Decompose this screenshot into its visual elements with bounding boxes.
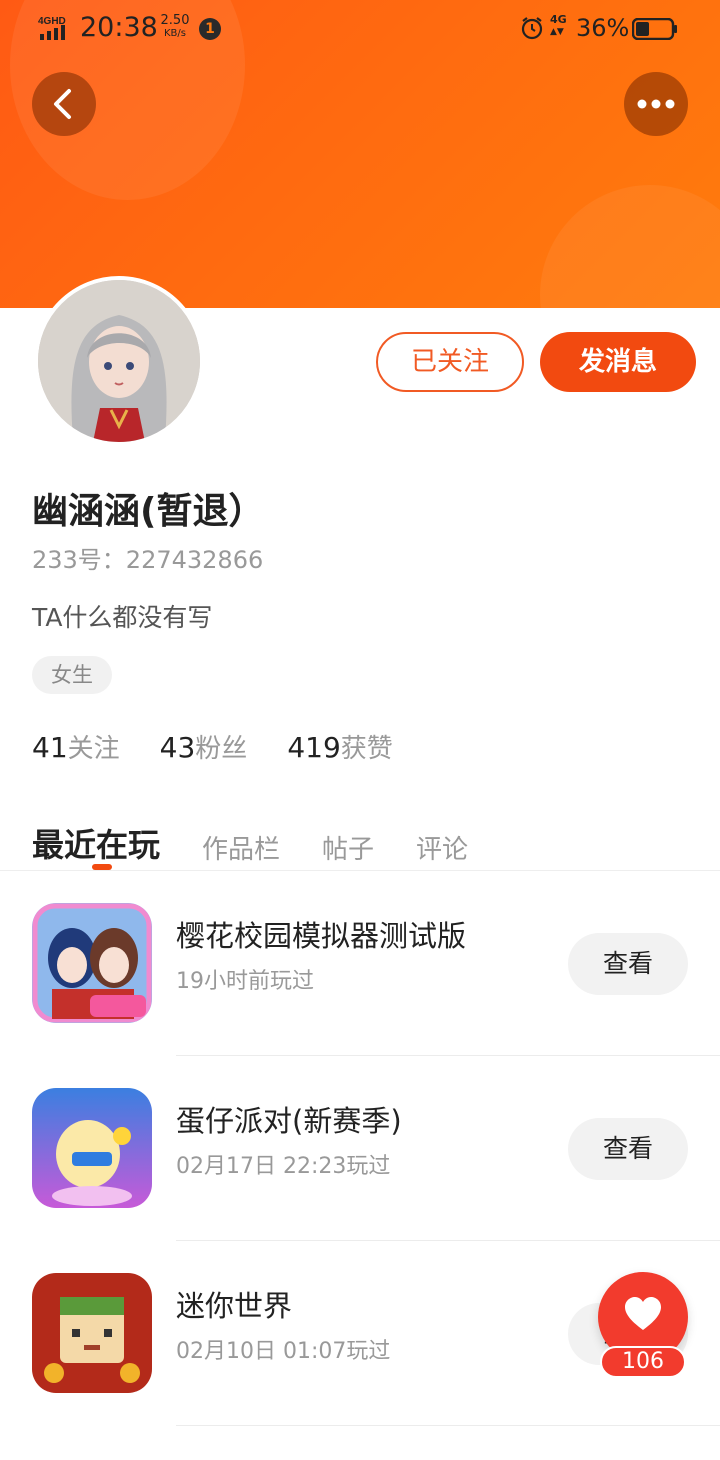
data-arrows-icon: ▲▼ <box>550 27 564 37</box>
game-name: 迷你世界 <box>176 1289 293 1323</box>
game-last-played: 02月10日 01:07玩过 <box>176 1339 391 1364</box>
send-message-button[interactable]: 发消息 <box>540 332 696 392</box>
tab-recently-played[interactable]: 最近在玩 <box>32 820 160 866</box>
stat-value: 43 <box>159 731 196 764</box>
view-button[interactable]: 查看 <box>568 933 688 995</box>
stat-label: 关注 <box>67 734 120 764</box>
user-bio: TA什么都没有写 <box>32 603 213 632</box>
signal-icon: 4GHD <box>38 16 66 40</box>
mini-world-icon <box>32 1273 152 1393</box>
more-dots-icon <box>637 99 675 109</box>
stat-value: 419 <box>287 731 341 764</box>
like-count: 106 <box>600 1346 686 1378</box>
stat-value: 41 <box>32 731 68 764</box>
chevron-left-icon <box>54 89 71 119</box>
stat-label: 粉丝 <box>195 734 248 764</box>
avatar[interactable] <box>34 276 204 446</box>
network-speed: 2.50 KB/s <box>158 14 192 40</box>
speed-unit: KB/s <box>164 28 186 39</box>
profile-header-banner: 4GHD 20:38 2.50 KB/s 1 4G ▲▼ 36% <box>0 0 720 308</box>
sakura-school-icon <box>32 903 152 1023</box>
battery-percentage: 36% <box>576 14 630 42</box>
profile-stats: 41关注 43粉丝 419获赞 <box>32 728 393 765</box>
divider <box>176 1425 720 1426</box>
game-last-played: 02月17日 22:23玩过 <box>176 1154 391 1179</box>
stat-likes[interactable]: 419获赞 <box>287 728 392 765</box>
game-last-played: 19小时前玩过 <box>176 969 314 994</box>
tab-works[interactable]: 作品栏 <box>202 829 280 866</box>
stat-label: 获赞 <box>340 734 393 764</box>
banner-decoration <box>540 185 720 308</box>
network-type: 4G ▲▼ <box>550 14 567 38</box>
tab-comments[interactable]: 评论 <box>416 829 468 866</box>
list-item[interactable]: 蛋仔派对(新赛季) 02月17日 22:23玩过 查看 <box>0 1056 720 1241</box>
more-options-button[interactable] <box>624 72 688 136</box>
battery-icon <box>632 18 677 40</box>
username: 幽涵涵(暂退） <box>32 491 265 532</box>
notification-badge: 1 <box>199 18 221 40</box>
following-button[interactable]: 已关注 <box>376 332 524 392</box>
back-button[interactable] <box>32 72 96 136</box>
list-item[interactable]: 樱花校园模拟器测试版 19小时前玩过 查看 <box>0 871 720 1056</box>
eggy-party-icon <box>32 1088 152 1208</box>
game-name: 蛋仔派对(新赛季) <box>176 1104 402 1138</box>
user-id: 233号：227432866 <box>32 546 264 574</box>
view-button[interactable]: 查看 <box>568 1118 688 1180</box>
alarm-icon <box>521 17 543 40</box>
status-bar: 4GHD 20:38 2.50 KB/s 1 4G ▲▼ 36% <box>0 0 720 56</box>
tab-posts[interactable]: 帖子 <box>322 829 374 866</box>
stat-following[interactable]: 41关注 <box>32 728 120 765</box>
game-name: 樱花校园模拟器测试版 <box>176 919 467 953</box>
profile-tabs: 最近在玩 作品栏 帖子 评论 <box>32 806 510 866</box>
avatar-illustration <box>38 280 200 442</box>
speed-value: 2.50 <box>160 13 190 28</box>
clock: 20:38 <box>80 12 158 43</box>
stat-fans[interactable]: 43粉丝 <box>160 728 248 765</box>
network-type-label: 4G <box>550 13 567 26</box>
gender-tag: 女生 <box>32 656 112 694</box>
